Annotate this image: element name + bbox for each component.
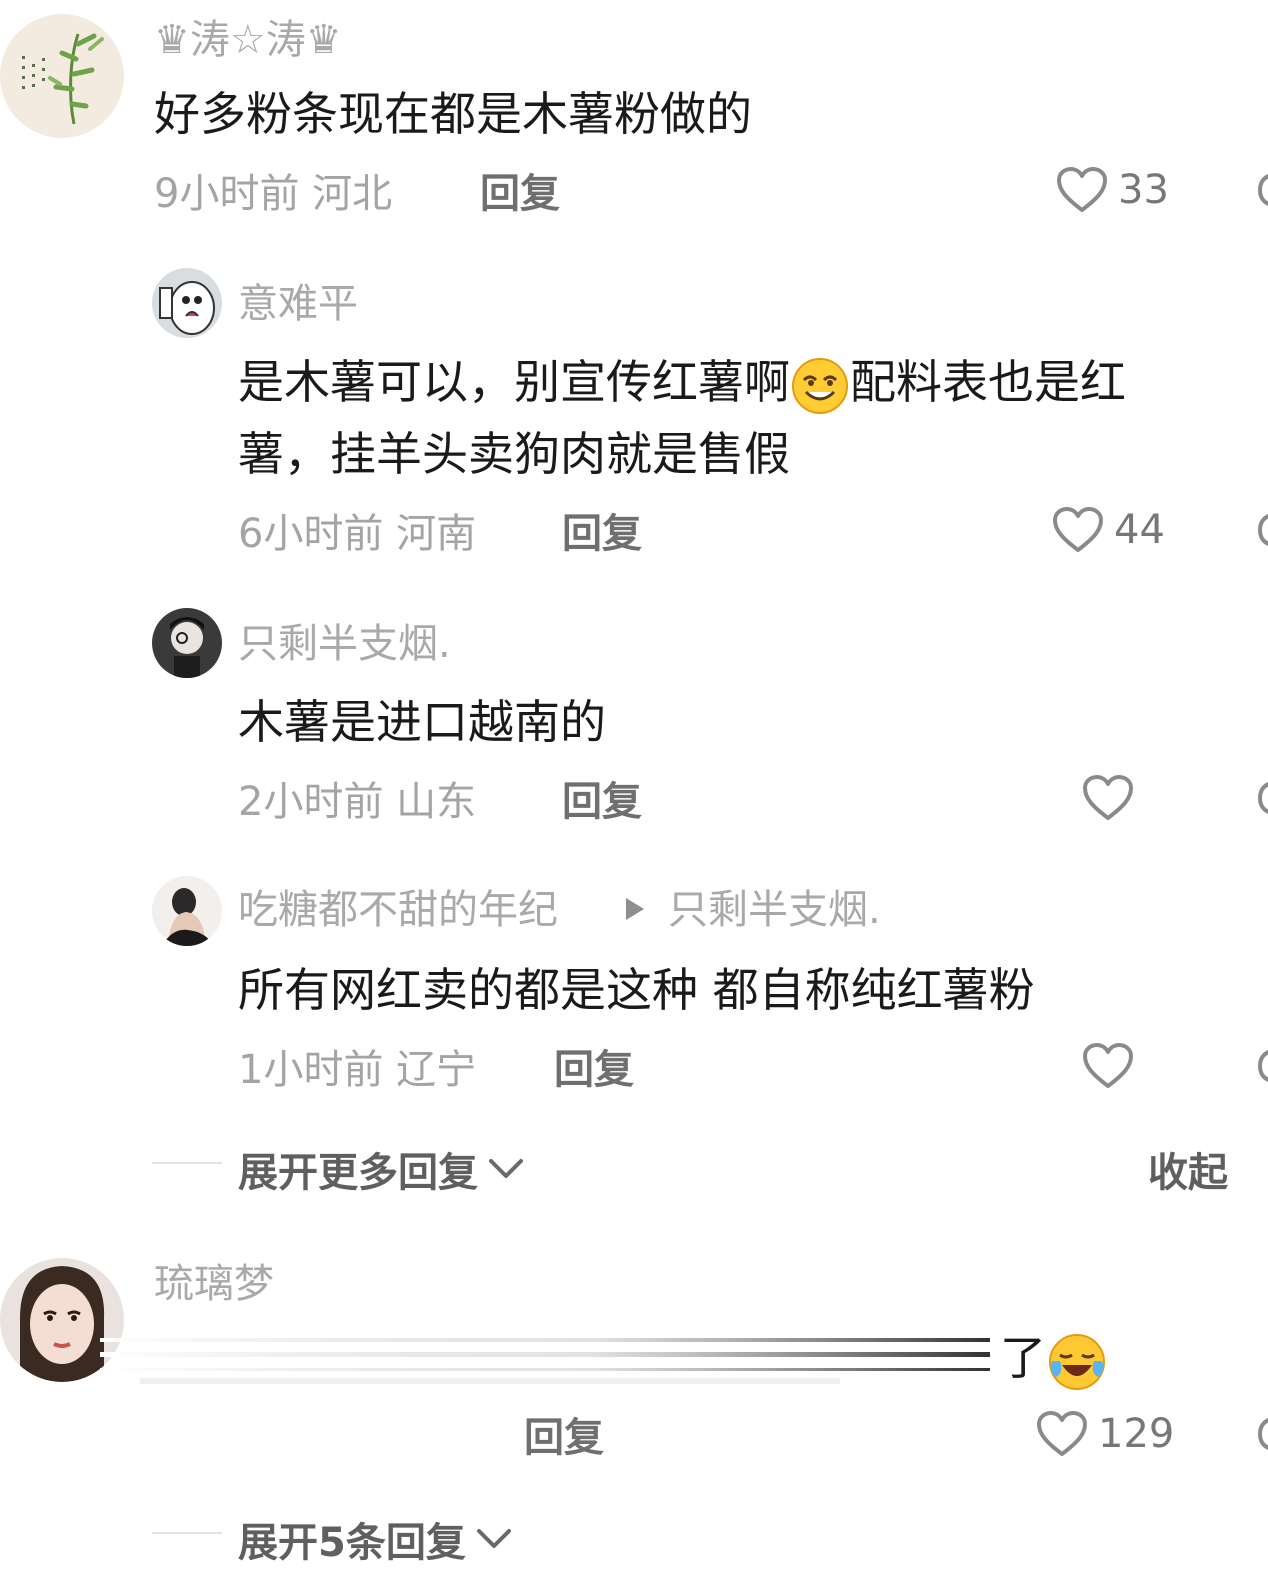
reply-to-username[interactable]: 只剩半支烟. [668, 890, 881, 930]
comment-text: 好多粉条现在都是木薯粉做的 [154, 87, 752, 141]
reply-meta: 2小时前 山东 [238, 779, 477, 825]
comment-text-visible: 了 [1000, 1331, 1046, 1385]
expand-replies-label: 展开5条回复 [238, 1520, 466, 1566]
avatar[interactable] [152, 608, 222, 678]
divider-line [152, 1532, 222, 1534]
reply-button[interactable]: 回复 [554, 1050, 634, 1090]
avatar[interactable] [152, 876, 222, 946]
reply-button[interactable]: 回复 [562, 514, 642, 554]
like-button[interactable]: 129 [1036, 1410, 1174, 1458]
reply-text: 木薯是进口越南的 [238, 695, 606, 749]
username[interactable]: ♛涛☆涛♛ [154, 20, 342, 60]
dislike-icon[interactable] [1254, 778, 1268, 818]
reply-text: 薯，挂羊头卖狗肉就是售假 [238, 427, 790, 481]
reply-text-line: 是木薯可以，别宣传红薯啊 [238, 355, 790, 409]
expand-replies-button[interactable]: 展开5条回复 [238, 1510, 512, 1568]
reply-text: 所有网红卖的都是这种 都自称纯红薯粉 [238, 963, 1035, 1017]
comment-meta: 9小时前 河北 [154, 171, 393, 217]
redaction-blur [100, 1338, 990, 1384]
play-arrow-icon [626, 898, 644, 920]
heart-icon [1057, 167, 1107, 212]
like-count: 33 [1118, 167, 1169, 213]
reply-text-line: 配料表也是红 [850, 355, 1126, 409]
heart-icon [1053, 507, 1103, 552]
comment-text: 了 [1000, 1322, 1108, 1394]
username[interactable]: 琉璃梦 [154, 1264, 274, 1304]
grin-emoji-icon [792, 357, 848, 414]
username[interactable]: 意难平 [238, 284, 358, 324]
chevron-down-icon [489, 1159, 523, 1178]
laugh-cry-emoji-icon [1049, 1333, 1105, 1390]
collapse-label: 收起 [1148, 1150, 1228, 1196]
reply-meta: 6小时前 河南 [238, 511, 477, 557]
like-button[interactable] [1082, 1042, 1134, 1090]
expand-more-label: 展开更多回复 [238, 1150, 478, 1196]
like-button[interactable]: 33 [1056, 166, 1169, 214]
reply-text: 是木薯可以，别宣传红薯啊 配料表也是红 [238, 346, 1126, 418]
like-button[interactable] [1082, 774, 1134, 822]
heart-icon [1037, 1411, 1087, 1456]
heart-icon [1083, 775, 1133, 820]
dislike-icon[interactable] [1254, 510, 1268, 550]
reply-button[interactable]: 回复 [562, 782, 642, 822]
dislike-icon[interactable] [1254, 1046, 1268, 1086]
reply-meta: 1小时前 辽宁 [238, 1047, 477, 1093]
expand-more-replies-button[interactable]: 展开更多回复 [238, 1140, 524, 1198]
username[interactable]: 吃糖都不甜的年纪 [238, 890, 558, 930]
divider-line [152, 1162, 222, 1164]
dislike-icon[interactable] [1254, 1414, 1268, 1454]
username[interactable]: 只剩半支烟. [238, 624, 451, 664]
avatar[interactable] [152, 268, 222, 338]
heart-icon [1083, 1043, 1133, 1088]
like-count: 129 [1098, 1411, 1175, 1457]
like-button[interactable]: 44 [1052, 506, 1165, 554]
like-count: 44 [1114, 507, 1165, 553]
collapse-button[interactable]: 收起 [1148, 1140, 1228, 1198]
avatar[interactable] [0, 14, 124, 138]
reply-button[interactable]: 回复 [480, 174, 560, 214]
reply-button[interactable]: 回复 [524, 1418, 604, 1458]
dislike-icon[interactable] [1254, 170, 1268, 210]
chevron-down-icon [476, 1529, 511, 1548]
